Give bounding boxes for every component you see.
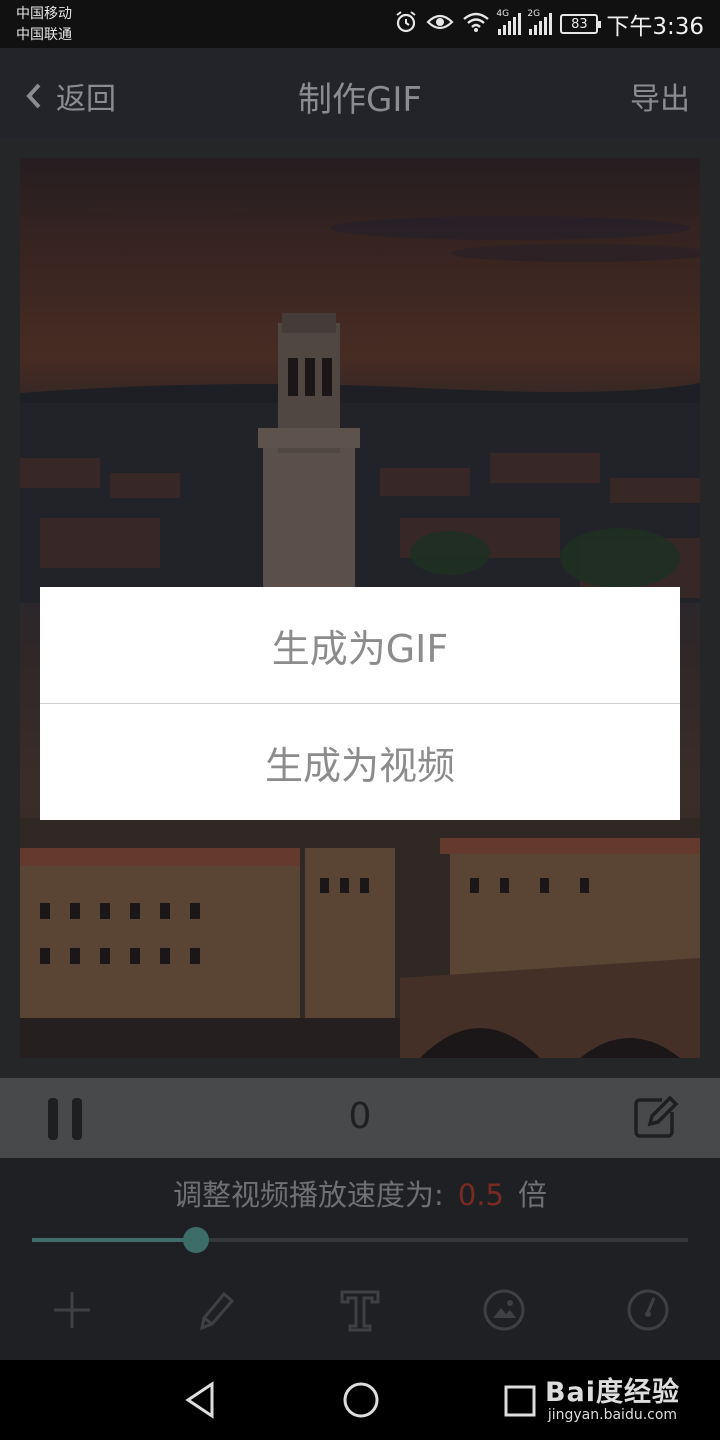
slider-fill: [32, 1238, 196, 1242]
edit-icon[interactable]: [632, 1094, 679, 1144]
clock: 下午3:36: [606, 14, 704, 40]
status-icons: 4G 2G 83 下午3:36: [394, 9, 704, 40]
system-nav-bar: Bai度经验 jingyan.baidu.com: [0, 1360, 720, 1440]
back-triangle-icon[interactable]: [182, 1380, 218, 1424]
recents-square-icon[interactable]: [503, 1384, 537, 1422]
alarm-icon: [394, 10, 418, 38]
speed-value: 0.5: [457, 1178, 504, 1212]
slider-thumb[interactable]: [183, 1227, 209, 1253]
watermark-url: jingyan.baidu.com: [547, 1407, 678, 1423]
eye-icon: [426, 12, 454, 36]
generate-video-option[interactable]: 生成为视频: [40, 704, 680, 820]
speed-label: 调整视频播放速度为: 0.5 倍: [0, 1172, 720, 1214]
app-header: 返回 制作GIF 导出: [0, 48, 720, 138]
image-icon[interactable]: [482, 1288, 526, 1332]
frame-counter: 0: [348, 1096, 372, 1137]
speed-dial-icon[interactable]: [626, 1288, 670, 1332]
watermark-logo: Bai度经验: [544, 1377, 680, 1408]
carrier-primary: 中国移动: [16, 6, 72, 22]
add-icon[interactable]: [50, 1288, 94, 1332]
signal-type-label: 2G: [527, 9, 541, 19]
tool-bar: [0, 1258, 720, 1360]
signal-icon: 2G: [527, 9, 553, 35]
speed-panel: 调整视频播放速度为: 0.5 倍: [0, 1158, 720, 1258]
page-title: 制作GIF: [298, 80, 422, 120]
battery-icon: 83: [560, 14, 602, 34]
speed-suffix: 倍: [517, 1178, 547, 1212]
signal-icon: 4G: [496, 9, 522, 35]
pencil-icon[interactable]: [192, 1288, 236, 1332]
export-options-dialog: 生成为GIF 生成为视频: [40, 587, 680, 820]
generate-gif-option[interactable]: 生成为GIF: [40, 587, 680, 703]
carrier-secondary: 中国联通: [16, 27, 72, 43]
signal-type-label: 4G: [496, 9, 510, 19]
status-bar: 中国移动 中国联通 4G 2G 83 下午3:36: [0, 0, 720, 48]
baidu-jingyan-watermark: Bai度经验 jingyan.baidu.com: [545, 1370, 680, 1423]
text-icon[interactable]: [338, 1288, 382, 1332]
wifi-icon: [462, 11, 490, 37]
playback-controls: 0: [0, 1078, 720, 1158]
speed-prefix: 调整视频播放速度为:: [173, 1178, 444, 1212]
home-circle-icon[interactable]: [341, 1380, 381, 1424]
export-button[interactable]: 导出: [630, 74, 690, 118]
speed-slider[interactable]: [32, 1227, 688, 1253]
